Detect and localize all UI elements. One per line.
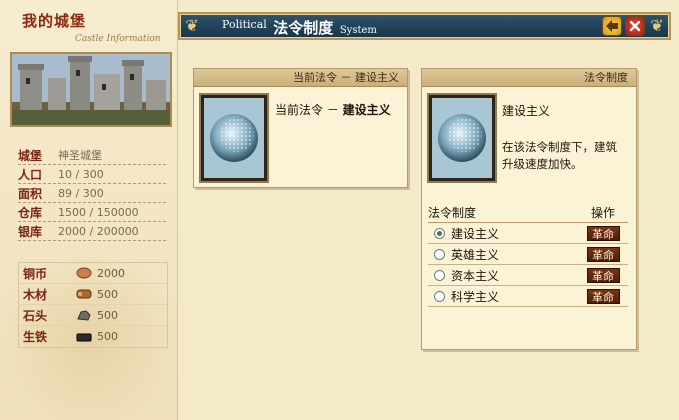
- stat-row-area: 面积 89 / 300: [18, 184, 166, 203]
- wood-icon: [75, 287, 93, 301]
- decree-option-label: 科学主义: [451, 289, 500, 304]
- resource-label: 铜币: [23, 266, 48, 281]
- decree-option-label: 建设主义: [451, 226, 500, 241]
- decree-table: 法令制度 操作 建设主义 革命 英雄主义 革命 资本主义 革命 科学主义 革命: [428, 203, 628, 307]
- resource-label: 木材: [23, 287, 48, 302]
- decree-option[interactable]: 建设主义: [428, 225, 578, 242]
- stone-icon: [75, 308, 93, 322]
- revolution-button[interactable]: 革命: [586, 288, 620, 304]
- stat-value: 1500 / 150000: [58, 205, 139, 219]
- table-row: 资本主义 革命: [428, 265, 628, 286]
- action-cell: 革命: [578, 246, 628, 262]
- table-row: 科学主义 革命: [428, 286, 628, 307]
- castle-stats: 城堡 神圣城堡 人口 10 / 300 面积 89 / 300 仓库 1500 …: [18, 146, 166, 241]
- title-english-prefix: Political: [222, 18, 267, 31]
- radio-button[interactable]: [434, 269, 445, 281]
- current-decree-value: 建设主义: [342, 103, 391, 117]
- back-button[interactable]: [602, 16, 622, 36]
- coin-icon: [75, 266, 93, 280]
- ornament-icon: ❦: [185, 16, 199, 35]
- decree-option[interactable]: 科学主义: [428, 288, 578, 305]
- castle-image: [10, 52, 172, 127]
- decree-portrait: [427, 93, 497, 183]
- stat-row-castle: 城堡 神圣城堡: [18, 146, 166, 165]
- close-icon: [629, 20, 641, 32]
- revolution-button[interactable]: 革命: [586, 246, 620, 262]
- resource-list: 铜币 2000 木材 500 石头 500 生铁 500: [18, 262, 168, 348]
- radio-button[interactable]: [434, 248, 445, 260]
- resource-row-iron: 生铁 500: [19, 326, 167, 347]
- close-button[interactable]: [625, 16, 645, 36]
- resource-row-copper: 铜币 2000: [19, 263, 167, 284]
- decree-option-label: 英雄主义: [451, 247, 500, 262]
- stat-row-treasury: 银库 2000 / 200000: [18, 222, 166, 241]
- current-decree-prefix: 当前法令 －: [275, 103, 339, 117]
- decree-orb-icon: [432, 98, 492, 178]
- table-header: 法令制度 操作: [428, 203, 628, 223]
- radio-button[interactable]: [434, 290, 445, 302]
- current-decree-panel: 当前法令 － 建设主义 当前法令 － 建设主义: [193, 68, 408, 188]
- ornament-icon: ❦: [650, 16, 664, 35]
- header-bar: ❦ Political 法令制度 System ❦: [178, 12, 671, 40]
- decree-portrait: [199, 93, 269, 183]
- page-title: Political 法令制度 System: [222, 17, 377, 38]
- castle-info-panel: 我的城堡 Castle Information 城堡 神圣城堡 人口 10 / …: [0, 0, 178, 420]
- decree-option[interactable]: 英雄主义: [428, 246, 578, 263]
- table-row: 建设主义 革命: [428, 223, 628, 244]
- resource-value: 500: [97, 287, 118, 301]
- action-cell: 革命: [578, 225, 628, 241]
- selected-decree-name: 建设主义: [502, 104, 551, 118]
- iron-icon: [75, 330, 93, 344]
- main-content: 当前法令 － 建设主义 当前法令 － 建设主义 法令制度 建设主义 在该法令制度…: [178, 42, 679, 420]
- revolution-button[interactable]: 革命: [586, 225, 620, 241]
- resource-row-wood: 木材 500: [19, 284, 167, 305]
- stat-label: 城堡: [18, 148, 43, 163]
- resource-label: 石头: [23, 308, 48, 323]
- stat-value: 10 / 300: [58, 167, 104, 181]
- column-header-decree: 法令制度: [428, 206, 477, 220]
- castle-subtitle: Castle Information: [75, 34, 161, 44]
- header-buttons: [602, 16, 645, 36]
- stat-value: 神圣城堡: [58, 149, 102, 162]
- table-row: 英雄主义 革命: [428, 244, 628, 265]
- column-header-action: 操作: [590, 206, 615, 220]
- resource-row-stone: 石头 500: [19, 305, 167, 326]
- title-chinese: 法令制度: [273, 19, 334, 37]
- action-cell: 革命: [578, 267, 628, 283]
- stat-label: 人口: [18, 167, 43, 182]
- resource-value: 500: [97, 308, 118, 322]
- stat-value: 89 / 300: [58, 186, 104, 200]
- revolution-button[interactable]: 革命: [586, 267, 620, 283]
- decree-system-panel: 法令制度 建设主义 在该法令制度下，建筑升级速度加快。 法令制度 操作 建设主义…: [421, 68, 637, 350]
- current-decree-text: 当前法令 － 建设主义: [275, 101, 391, 118]
- resource-label: 生铁: [23, 330, 48, 344]
- castle-title: 我的城堡: [22, 12, 87, 30]
- resource-value: 2000: [97, 266, 125, 280]
- panel-heading: 法令制度: [422, 69, 636, 87]
- radio-button-selected[interactable]: [434, 227, 445, 239]
- stat-label: 面积: [18, 186, 43, 201]
- stat-row-population: 人口 10 / 300: [18, 165, 166, 184]
- decree-description: 在该法令制度下，建筑升级速度加快。: [502, 140, 617, 171]
- stat-value: 2000 / 200000: [58, 224, 139, 238]
- stat-label: 仓库: [18, 205, 43, 220]
- back-arrow-icon: [606, 20, 618, 32]
- stat-label: 银库: [18, 224, 43, 239]
- panel-heading: 当前法令 － 建设主义: [194, 69, 407, 87]
- decree-option[interactable]: 资本主义: [428, 267, 578, 284]
- resource-value: 500: [97, 330, 118, 343]
- title-english-suffix: System: [339, 25, 377, 36]
- stat-row-warehouse: 仓库 1500 / 150000: [18, 203, 166, 222]
- action-cell: 革命: [578, 288, 628, 304]
- decree-option-label: 资本主义: [451, 268, 500, 283]
- decree-orb-icon: [204, 98, 264, 178]
